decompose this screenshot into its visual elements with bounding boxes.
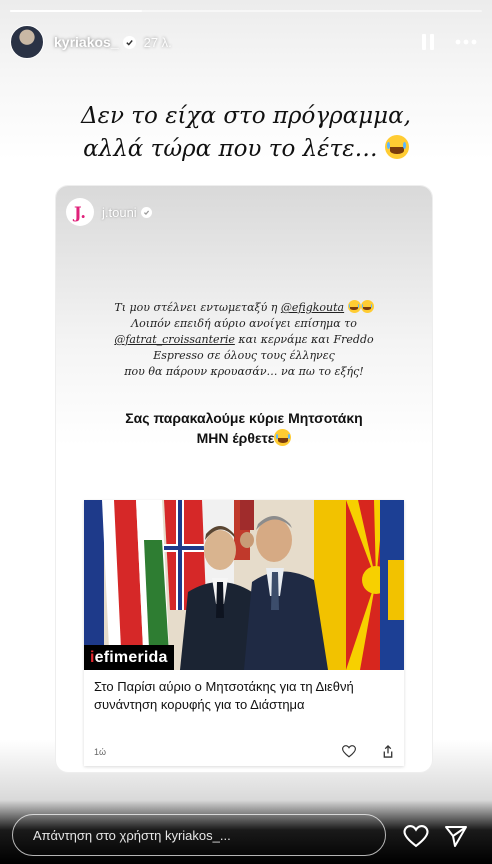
caption-line-2-wrap: αλλά τώρα που το λέτε… xyxy=(0,133,492,166)
shared-post-text: Τι μου στέλνει εντωμεταξύ η @efigkouta Λ… xyxy=(76,300,412,380)
story-viewer[interactable]: kyriakos_ 27 λ. Δεν το είχα στο πρόγραμμ… xyxy=(0,0,492,864)
verified-badge-icon xyxy=(140,206,152,218)
post-text-line-3: @fatrat_croissanterie και κερνάμε και Fr… xyxy=(76,332,412,348)
share-icon[interactable] xyxy=(382,745,394,758)
laughing-emoji-icon xyxy=(360,300,374,313)
post-bold-text: Σας παρακαλούμε κύριε Μητσοτάκη ΜΗΝ έρθε… xyxy=(56,408,432,448)
news-time-ago: 1ώ xyxy=(94,746,107,757)
news-photo: iefimerida xyxy=(84,500,404,670)
story-header: kyriakos_ 27 λ. xyxy=(10,24,480,60)
story-progress-bar xyxy=(10,10,482,12)
news-article-card[interactable]: iefimerida Στο Παρίσι αύριο ο Μητσοτάκης… xyxy=(84,500,404,766)
pause-icon[interactable] xyxy=(414,28,442,56)
post-text-part: και κερνάμε και Freddo xyxy=(234,333,374,346)
verified-badge-icon xyxy=(122,35,136,49)
post-text-line-2: Λοιπόν επειδή αύριο ανοίγει επίσημα το xyxy=(131,317,357,330)
heart-icon[interactable] xyxy=(342,745,356,758)
news-logo: iefimerida xyxy=(84,645,174,670)
more-icon[interactable] xyxy=(452,28,480,56)
avatar[interactable] xyxy=(10,25,44,59)
post-text-line-4: Espresso σε όλους τους έλληνες xyxy=(153,349,335,362)
reply-input[interactable] xyxy=(31,826,385,844)
laughing-emoji-icon xyxy=(347,300,361,313)
shared-post-header: J. j.touni xyxy=(66,198,152,226)
bold-line-1: Σας παρακαλούμε κύριε Μητσοτάκη xyxy=(125,410,363,426)
story-progress-fill xyxy=(10,10,143,12)
username[interactable]: kyriakos_ xyxy=(54,34,119,50)
shared-post-author[interactable]: j.touni xyxy=(102,205,137,220)
post-text-line-5: που θα πάρουν κρουασάν… να πω το εξής! xyxy=(124,365,364,378)
shared-post-avatar[interactable]: J. xyxy=(66,198,94,226)
logo-text: efimerida xyxy=(94,649,168,666)
news-footer: 1ώ xyxy=(94,745,394,758)
laughing-emoji-icon xyxy=(384,135,409,159)
mention-link[interactable]: @fatrat_croissanterie xyxy=(114,333,235,346)
shared-post-card[interactable]: J. j.touni Τι μου στέλνει εντωμεταξύ η @… xyxy=(56,186,432,772)
caption-line-2: αλλά τώρα που το λέτε… xyxy=(83,136,378,162)
post-time: 27 λ. xyxy=(143,34,172,50)
bold-line-2-wrap: ΜΗΝ έρθετε xyxy=(56,428,432,448)
bold-line-2: ΜΗΝ έρθετε xyxy=(196,430,275,446)
story-caption: Δεν το είχα στο πρόγραμμα, αλλά τώρα που… xyxy=(0,100,492,166)
caption-line-1: Δεν το είχα στο πρόγραμμα, xyxy=(81,103,411,129)
post-text-part: Τι μου στέλνει εντωμεταξύ η xyxy=(114,301,281,314)
heart-icon[interactable] xyxy=(402,822,430,850)
post-text-line-1: Τι μου στέλνει εντωμεταξύ η @efigkouta xyxy=(76,300,412,316)
send-icon[interactable] xyxy=(442,822,470,850)
reply-field[interactable] xyxy=(12,814,386,856)
mention-link[interactable]: @efigkouta xyxy=(281,301,344,314)
news-headline[interactable]: Στο Παρίσι αύριο ο Μητσοτάκης για τη Διε… xyxy=(84,670,404,714)
laughing-emoji-icon xyxy=(274,429,292,446)
